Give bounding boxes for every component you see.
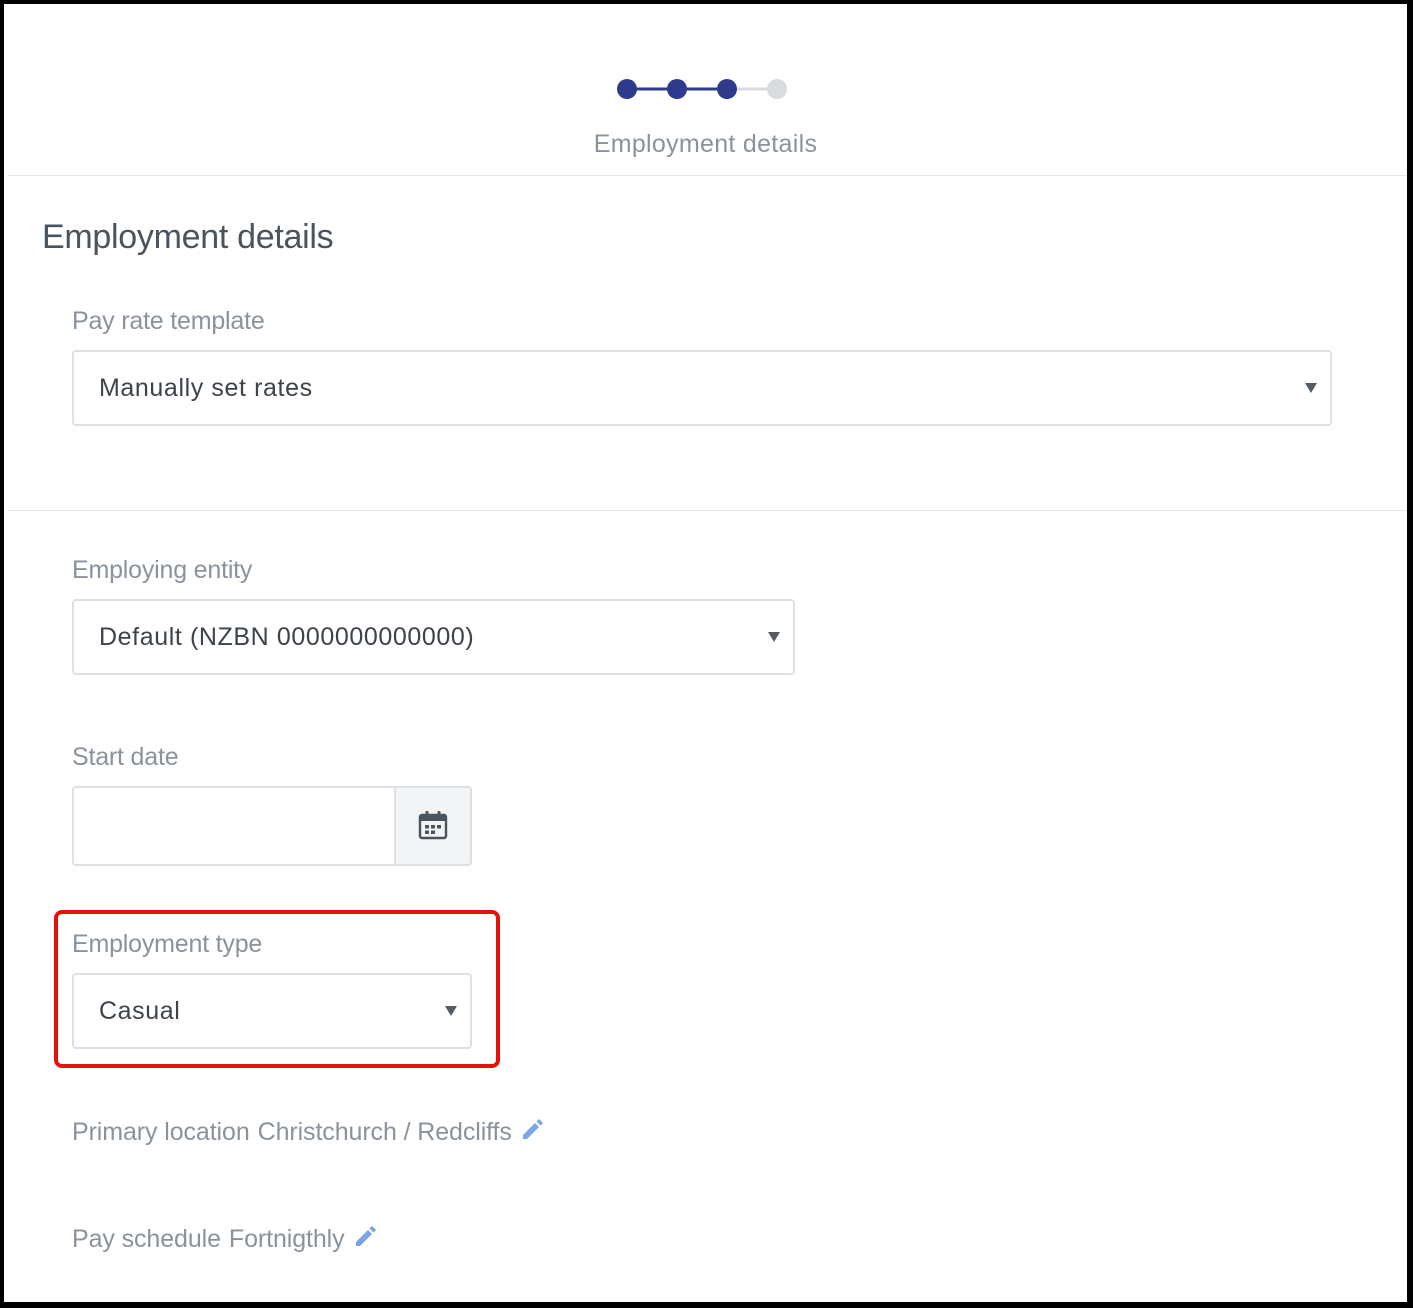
- caret-down-icon: [1305, 383, 1317, 393]
- start-date-group: [72, 786, 472, 866]
- progress-stepper: Employment details: [4, 4, 1407, 176]
- pay-rate-template-label: Pay rate template: [72, 307, 265, 335]
- edit-primary-location-pencil-icon[interactable]: [520, 1116, 546, 1149]
- stepper-dot-3: [717, 79, 737, 99]
- employing-entity-select[interactable]: Default (NZBN 0000000000000): [72, 599, 795, 675]
- caret-down-icon: [445, 1006, 457, 1016]
- primary-location-label: Primary location: [72, 1118, 250, 1146]
- stepper-track: [617, 79, 787, 99]
- employment-details-panel: Employment details Employment details Pa…: [4, 4, 1407, 1302]
- date-picker-button[interactable]: [394, 788, 470, 864]
- primary-location-value: Christchurch / Redcliffs: [257, 1118, 512, 1146]
- pay-rate-template-value: Manually set rates: [99, 374, 313, 402]
- employment-type-select[interactable]: Casual: [72, 973, 472, 1049]
- employing-entity-label: Employing entity: [72, 556, 253, 584]
- section-divider: [8, 510, 1407, 511]
- employment-type-value: Casual: [99, 997, 181, 1025]
- pay-schedule-label: Pay schedule: [72, 1225, 221, 1253]
- stepper-dot-1: [617, 79, 637, 99]
- calendar-icon: [418, 811, 448, 840]
- edit-pay-schedule-pencil-icon[interactable]: [353, 1223, 379, 1256]
- employment-type-label: Employment type: [72, 930, 263, 958]
- section-title: Employment details: [42, 218, 334, 256]
- caret-down-icon: [768, 632, 780, 642]
- pay-schedule-value: Fortnigthly: [228, 1225, 345, 1253]
- stepper-dot-2: [667, 79, 687, 99]
- step-label: Employment details: [593, 130, 818, 158]
- primary-location-row: Primary location Christchurch / Redcliff…: [72, 1116, 546, 1149]
- start-date-input[interactable]: [74, 788, 394, 864]
- pay-rate-template-select[interactable]: Manually set rates: [72, 350, 1332, 426]
- start-date-label: Start date: [72, 743, 179, 771]
- pay-schedule-row: Pay schedule Fortnigthly: [72, 1223, 379, 1256]
- stepper-dot-4: [767, 79, 787, 99]
- header-divider: [8, 175, 1407, 176]
- employing-entity-value: Default (NZBN 0000000000000): [99, 623, 475, 651]
